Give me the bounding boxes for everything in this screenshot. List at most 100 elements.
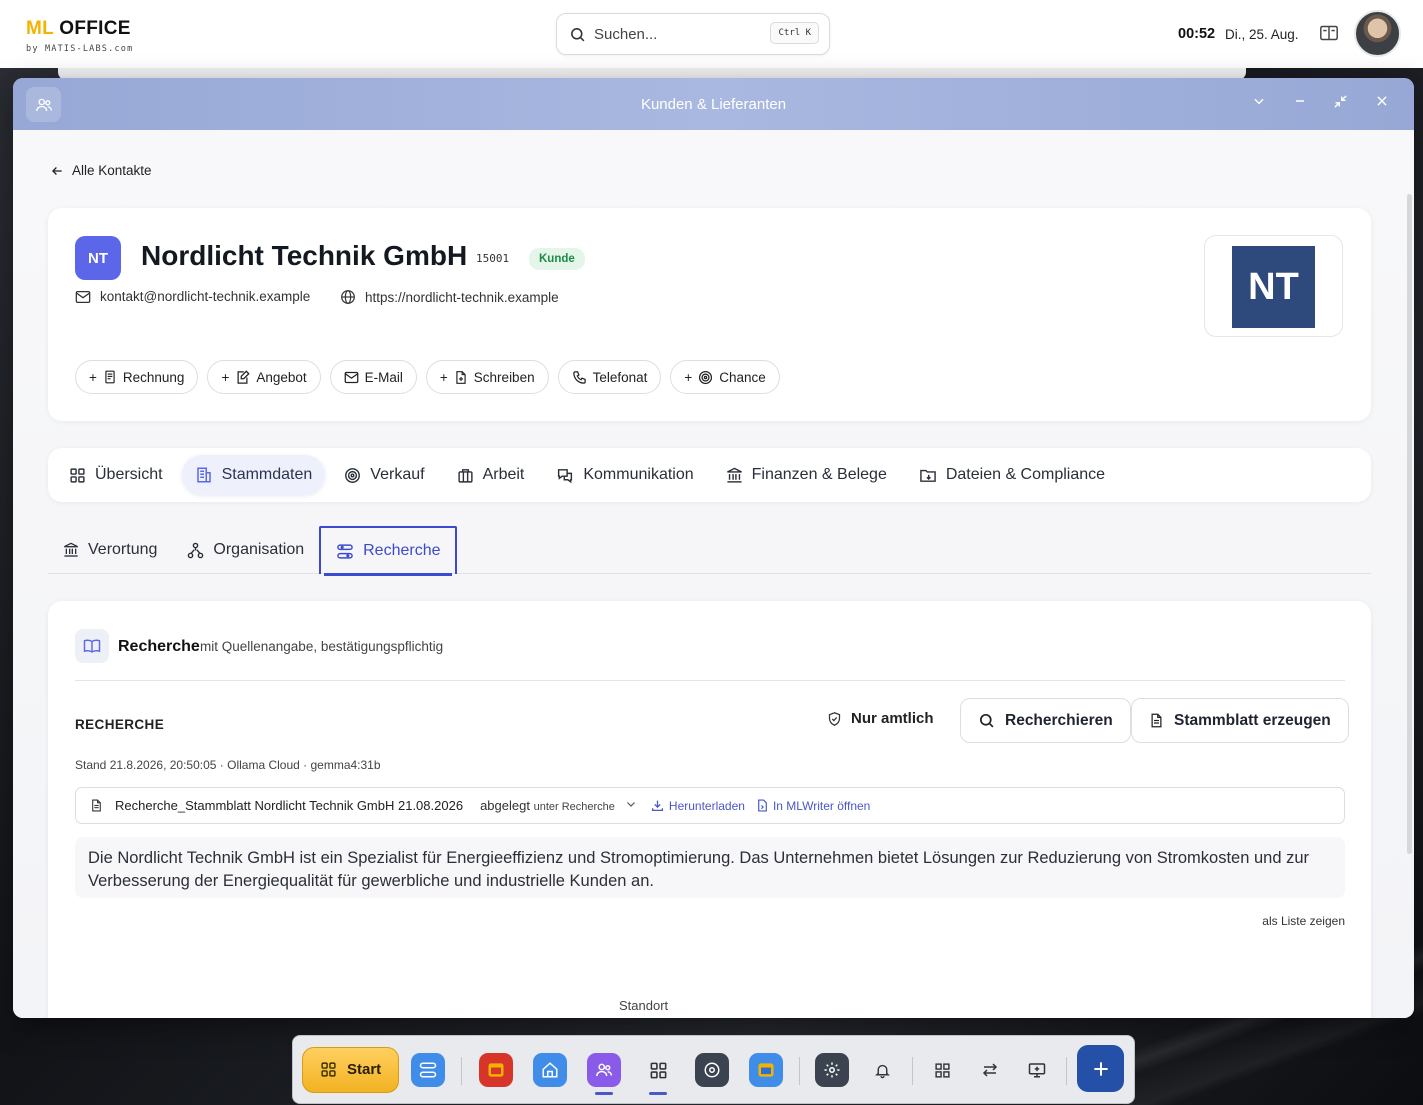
new-call-button[interactable]: Telefonat [557, 360, 662, 394]
section-divider [75, 680, 1345, 681]
mail-icon [75, 290, 91, 303]
research-status: Stand 21.8.2026, 20:50:05 · Ollama Cloud… [75, 758, 381, 772]
tab-files-compliance[interactable]: Dateien & Compliance [906, 455, 1118, 495]
new-email-button[interactable]: E-Mail [329, 360, 417, 394]
logo-accent: ML [26, 18, 54, 39]
subtab-location-label: Verortung [88, 541, 158, 558]
subtab-research[interactable]: Recherche [319, 526, 458, 576]
new-invoice-label: Rechnung [122, 369, 185, 385]
assistant-app-icon[interactable] [695, 1053, 729, 1087]
window-titlebar[interactable]: Kunden & Lieferanten [13, 78, 1414, 130]
new-invoice-button[interactable]: + Rechnung [75, 360, 199, 394]
tab-communication[interactable]: Kommunikation [543, 455, 706, 495]
grid-icon [70, 467, 85, 483]
start-button[interactable]: Start [302, 1046, 399, 1093]
new-letter-button[interactable]: + Schreiben [425, 360, 549, 394]
window-content: Alle Kontakte NT Nordlicht Technik GmbH … [13, 130, 1414, 1018]
global-search[interactable]: Ctrl K [556, 13, 830, 55]
tab-finance[interactable]: Finanzen & Belege [713, 455, 900, 495]
add-new-button[interactable] [1077, 1045, 1124, 1092]
search-input[interactable] [594, 25, 754, 43]
close-icon[interactable] [1361, 94, 1402, 109]
search-shortcut: Ctrl K [770, 22, 819, 44]
building-icon [196, 467, 211, 483]
create-sheet-button[interactable]: Stammblatt erzeugen [1131, 698, 1349, 743]
contacts-app-icon[interactable] [587, 1053, 621, 1087]
create-sheet-label: Stammblatt erzeugen [1174, 711, 1331, 729]
tab-work[interactable]: Arbeit [444, 455, 538, 495]
globe-icon [341, 290, 355, 304]
location-section-heading: Standort [619, 998, 669, 1013]
tab-master-data[interactable]: Stammdaten [181, 455, 326, 495]
target-icon [345, 467, 361, 483]
tab-sales[interactable]: Verkauf [331, 455, 437, 495]
download-link[interactable]: Herunterladen [651, 799, 745, 813]
ml-writer-app-icon[interactable] [749, 1053, 783, 1087]
clock-time: 00:52 [1178, 26, 1216, 42]
new-opportunity-button[interactable]: + Chance [670, 360, 780, 394]
tab-work-label: Arbeit [482, 466, 525, 483]
tab-overview-label: Übersicht [95, 466, 163, 483]
contact-initials-badge: NT [75, 236, 121, 280]
desktop-add-icon[interactable] [1020, 1053, 1054, 1087]
chevron-down-icon[interactable] [1238, 94, 1279, 109]
download-icon [651, 800, 663, 812]
window-grid-icon[interactable] [925, 1053, 959, 1087]
restore-icon[interactable] [1320, 94, 1361, 109]
subtab-location[interactable]: Verortung [48, 526, 172, 574]
download-label: Herunterladen [668, 798, 745, 813]
tab-communication-label: Kommunikation [583, 466, 694, 483]
user-avatar[interactable] [1354, 10, 1401, 57]
workflow-app-icon[interactable] [411, 1053, 445, 1087]
folder-icon [920, 469, 936, 482]
subtab-organisation[interactable]: Organisation [172, 526, 319, 574]
mail-icon [344, 371, 359, 383]
settings-gear-icon[interactable] [815, 1053, 849, 1087]
book-icon[interactable] [1319, 24, 1339, 47]
apps-grid-icon[interactable] [641, 1053, 675, 1087]
official-only-toggle[interactable]: Nur amtlich [827, 710, 934, 727]
switch-arrows-icon[interactable] [973, 1053, 1007, 1087]
home-app-icon[interactable] [533, 1053, 567, 1087]
plus-icon: + [89, 369, 97, 385]
research-icon [337, 543, 353, 559]
tab-finance-label: Finanzen & Belege [751, 466, 887, 483]
document-icon [1151, 713, 1162, 728]
new-call-label: Telefonat [592, 369, 648, 385]
contact-website[interactable]: https://nordlicht-technik.example [340, 289, 559, 305]
file-name[interactable]: Recherche_Stammblatt Nordlicht Technik G… [115, 798, 463, 813]
research-card: Recherche mit Quellenangabe, bestätigung… [48, 601, 1371, 1018]
open-in-writer-link[interactable]: In MLWriter öffnen [757, 799, 870, 813]
bell-icon[interactable] [865, 1053, 899, 1087]
subtab-research-label: Recherche [363, 542, 441, 559]
quick-actions: + Rechnung + Angebot E-Mail + Schreiben [75, 360, 780, 394]
tab-overview[interactable]: Übersicht [56, 455, 176, 495]
research-summary: Die Nordlicht Technik GmbH ist ein Spezi… [75, 837, 1345, 898]
research-button-label: Recherchieren [1005, 711, 1113, 729]
edit-document-icon [237, 369, 250, 384]
filed-location[interactable]: abgelegt unter Recherche [480, 798, 615, 813]
website-text: https://nordlicht-technik.example [365, 289, 559, 305]
contact-email[interactable]: kontakt@nordlicht-technik.example [75, 289, 310, 304]
active-indicator [595, 1092, 613, 1095]
back-to-contacts-link[interactable]: Alle Kontakte [50, 163, 152, 178]
new-quote-button[interactable]: + Angebot [207, 360, 321, 394]
tab-sales-label: Verkauf [370, 466, 425, 483]
plus-icon [1093, 1061, 1108, 1076]
company-logo[interactable]: NT [1204, 235, 1343, 337]
dock-separator [1066, 1057, 1067, 1085]
app-logo[interactable]: ML OFFICE by MATIS-LABS.com [26, 18, 133, 54]
research-button[interactable]: Recherchieren [960, 698, 1131, 743]
document-icon [92, 799, 101, 812]
scrollbar[interactable] [1407, 194, 1412, 854]
chevron-down-icon[interactable] [625, 798, 637, 813]
subtab-organisation-label: Organisation [213, 541, 305, 558]
official-only-label: Nur amtlich [851, 710, 934, 727]
minimize-icon[interactable] [1279, 94, 1320, 109]
grid-icon [321, 1062, 336, 1077]
filed-under: unter Recherche [533, 801, 615, 813]
show-as-list-link[interactable]: als Liste zeigen [1262, 914, 1345, 928]
ml-calculator-app-icon[interactable] [479, 1053, 513, 1087]
company-name: Nordlicht Technik GmbH [141, 240, 468, 271]
plus-icon: + [439, 369, 448, 385]
